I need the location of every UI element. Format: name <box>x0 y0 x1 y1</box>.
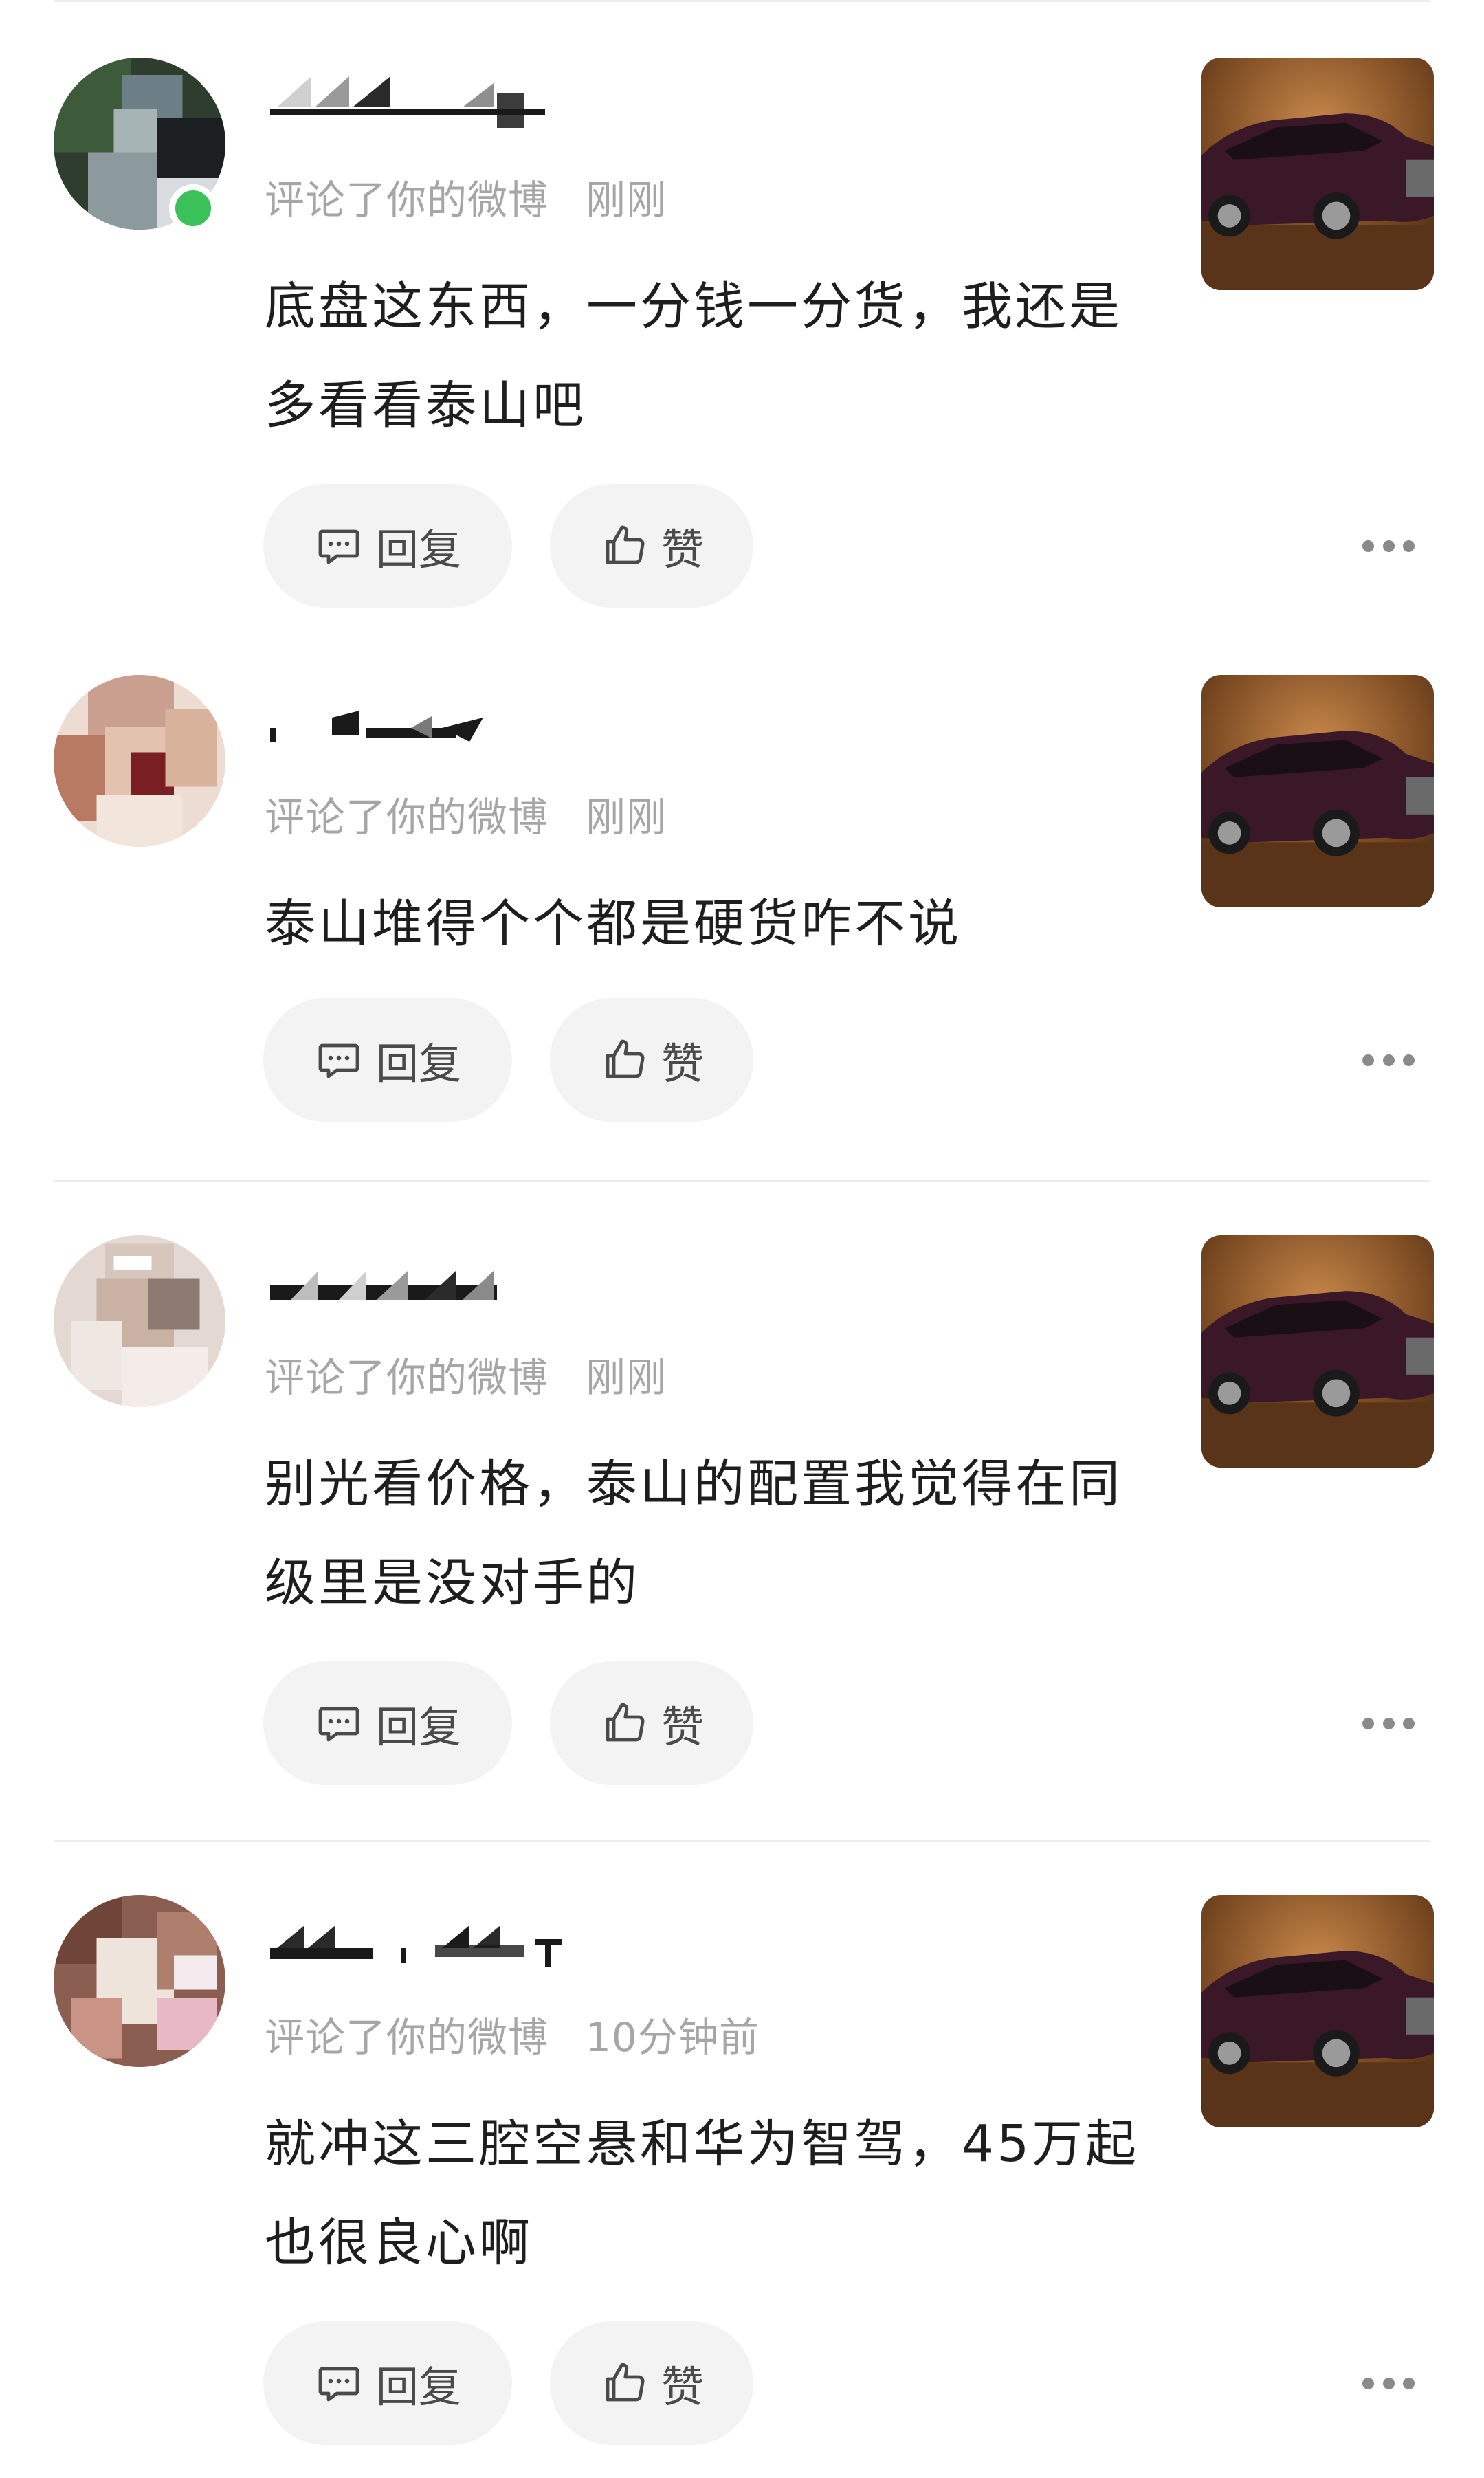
reply-button[interactable]: 回复 <box>263 998 512 1122</box>
comment-meta: 评论了你的微博 10分钟前 <box>265 2005 760 2063</box>
post-thumbnail[interactable] <box>1201 1895 1434 2127</box>
comment-action: 评论了你的微博 <box>265 177 549 223</box>
username-blurred[interactable] <box>263 73 566 135</box>
comment-time: 刚刚 <box>586 1354 667 1401</box>
top-divider <box>54 0 1430 2</box>
comment-meta: 评论了你的微博 刚刚 <box>265 168 667 225</box>
comment-text: 泰山堆得个个都是硬货咋不说 <box>265 894 962 953</box>
comment-time: 刚刚 <box>586 177 667 223</box>
ellipsis-icon <box>1362 540 1374 552</box>
comment-time: 刚刚 <box>586 794 667 841</box>
thumbs-up-icon <box>599 1035 649 1085</box>
chat-bubble-icon <box>314 521 364 571</box>
chat-bubble-icon <box>314 1699 364 1748</box>
ellipsis-icon <box>1362 1054 1374 1066</box>
like-button[interactable]: 赞 <box>550 1661 753 1785</box>
reply-button[interactable]: 回复 <box>263 484 512 608</box>
comment-meta: 评论了你的微博 刚刚 <box>265 1345 667 1403</box>
comment-action: 评论了你的微博 <box>265 2014 549 2061</box>
comment-text: 底盘这东西，一分钱一分货，我还是多看看泰山吧 <box>265 277 1122 435</box>
comment-action: 评论了你的微博 <box>265 794 549 841</box>
like-label: 赞 <box>661 2362 704 2412</box>
comment-text: 别光看价格，泰山的配置我觉得在同级里是没对手的 <box>265 1454 1122 1613</box>
user-avatar[interactable] <box>54 675 225 847</box>
like-button[interactable]: 赞 <box>550 998 753 1122</box>
username-blurred[interactable] <box>263 1250 566 1312</box>
online-status-dot <box>169 184 217 232</box>
thumbs-up-icon <box>599 2358 649 2408</box>
thumbs-up-icon <box>599 1699 649 1748</box>
username-blurred[interactable] <box>263 1910 566 1972</box>
more-options-button[interactable] <box>1347 2363 1430 2404</box>
reply-label: 回复 <box>375 1702 461 1752</box>
thumbs-up-icon <box>599 521 649 571</box>
like-button[interactable]: 赞 <box>550 2321 753 2445</box>
chat-bubble-icon <box>314 1035 364 1085</box>
ellipsis-icon <box>1362 2377 1374 2389</box>
reply-label: 回复 <box>375 2362 461 2412</box>
more-options-button[interactable] <box>1347 1703 1430 1744</box>
post-thumbnail[interactable] <box>1201 1235 1434 1468</box>
comment-time: 10分钟前 <box>586 2014 760 2061</box>
reply-button[interactable]: 回复 <box>263 2321 512 2445</box>
more-options-button[interactable] <box>1347 1039 1430 1081</box>
user-avatar[interactable] <box>54 1895 225 2067</box>
like-button[interactable]: 赞 <box>550 484 753 608</box>
comment-text: 就冲这三腔空悬和华为智驾，45万起也很良心啊 <box>265 2114 1140 2272</box>
reply-button[interactable]: 回复 <box>263 1661 512 1785</box>
post-thumbnail[interactable] <box>1201 675 1434 907</box>
post-thumbnail[interactable] <box>1201 58 1434 290</box>
username-blurred[interactable] <box>263 690 566 752</box>
chat-bubble-icon <box>314 2358 364 2408</box>
more-options-button[interactable] <box>1347 525 1430 566</box>
reply-label: 回复 <box>375 524 461 575</box>
comment-action: 评论了你的微博 <box>265 1354 549 1401</box>
like-label: 赞 <box>661 1039 704 1089</box>
comment-divider <box>54 1840 1430 1842</box>
ellipsis-icon <box>1362 1717 1374 1729</box>
reply-label: 回复 <box>375 1039 461 1089</box>
user-avatar[interactable] <box>54 1235 225 1407</box>
like-label: 赞 <box>661 1702 704 1752</box>
comment-divider <box>54 1180 1430 1182</box>
like-label: 赞 <box>661 524 704 575</box>
comment-meta: 评论了你的微博 刚刚 <box>265 785 667 843</box>
